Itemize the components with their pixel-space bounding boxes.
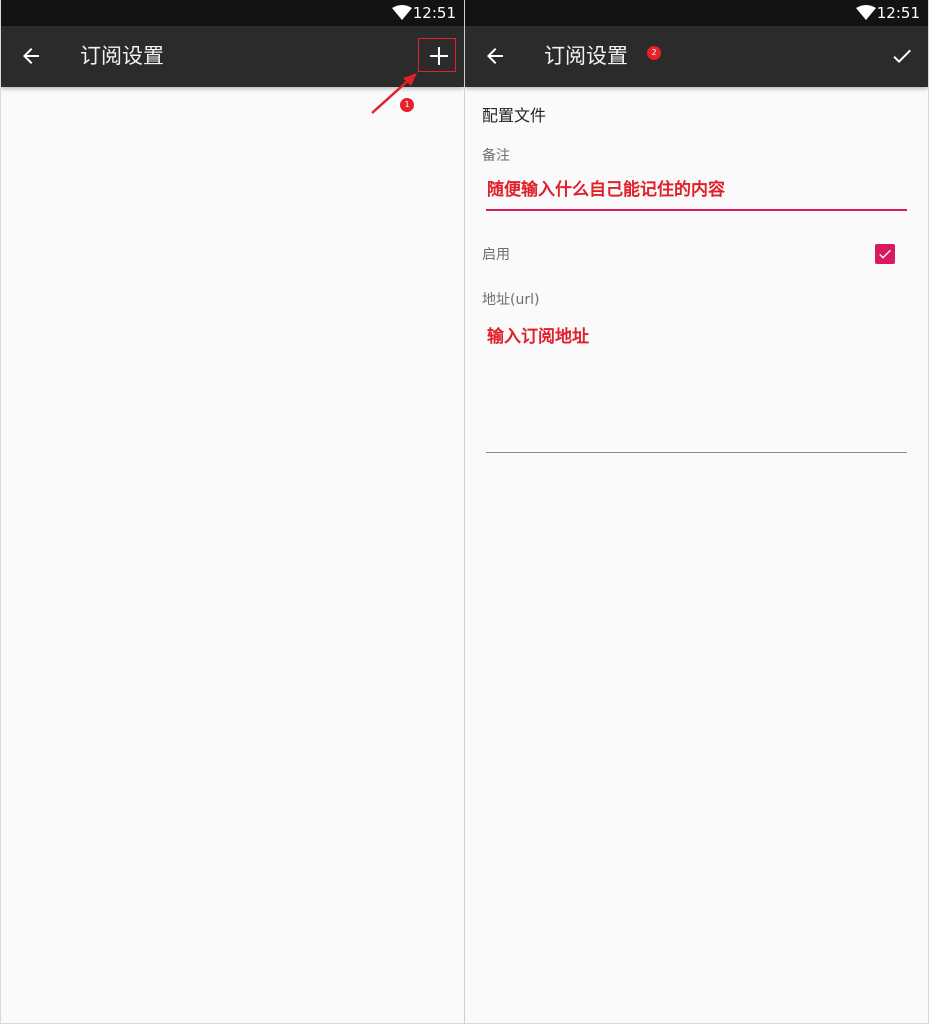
url-label: 地址(url) (482, 292, 540, 308)
remark-annotation-text[interactable]: 随便输入什么自己能记住的内容 (487, 178, 725, 202)
back-arrow-icon[interactable] (19, 44, 43, 68)
page-title: 订阅设置 (544, 44, 628, 68)
left-screen: 12:51 订阅设置 1 (0, 0, 464, 1024)
url-annotation-text[interactable]: 输入订阅地址 (487, 325, 589, 349)
status-bar: 12:51 (1, 0, 464, 26)
enable-label: 启用 (482, 247, 510, 263)
checkmark-icon (879, 249, 891, 259)
annotation-badge: 1 (400, 98, 414, 112)
section-title: 配置文件 (482, 106, 547, 125)
add-button-highlight (418, 38, 456, 72)
annotation-badge: 2 (647, 46, 661, 60)
status-time: 12:51 (876, 4, 920, 22)
check-icon[interactable] (890, 44, 914, 68)
wifi-icon (392, 5, 412, 20)
status-bar: 12:51 (465, 0, 928, 26)
wifi-icon (856, 5, 876, 20)
annotation-arrow-icon (371, 73, 417, 114)
enable-checkbox[interactable] (875, 244, 895, 264)
page-title: 订阅设置 (80, 44, 164, 68)
remark-input-underline[interactable] (486, 209, 907, 211)
remark-label: 备注 (482, 148, 510, 164)
status-time: 12:51 (412, 4, 456, 22)
app-toolbar: 订阅设置 2 (465, 26, 928, 87)
back-arrow-icon[interactable] (483, 44, 507, 68)
right-screen: 12:51 订阅设置 2 配置文件 备注 随便输入什么自己能记住的内容 启用 地… (465, 0, 929, 1024)
url-input-underline[interactable] (486, 452, 907, 453)
